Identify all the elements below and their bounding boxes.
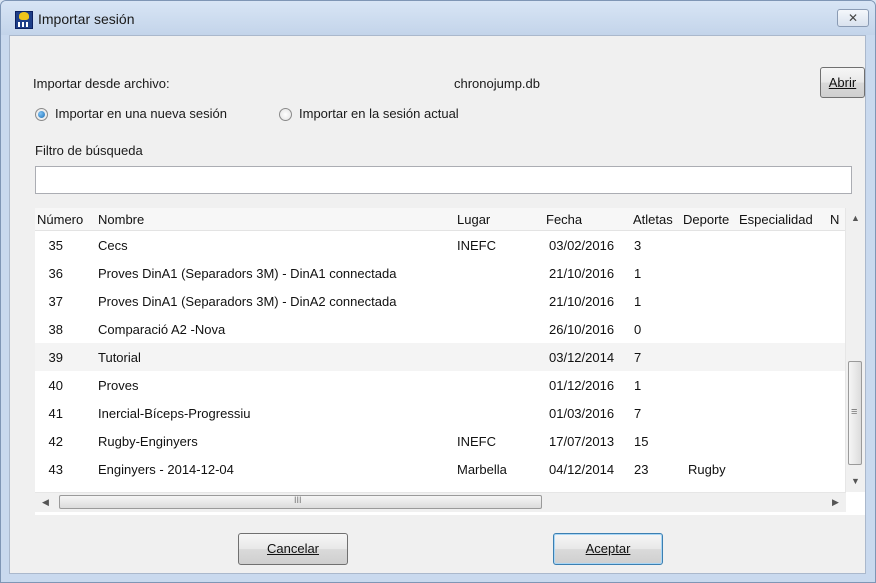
cell-lugar: INEFC — [457, 434, 496, 449]
cell-atletas: 15 — [634, 434, 649, 449]
cell-nombre: Proves DinA1 (Separadors 3M) - DinA2 con… — [98, 294, 397, 309]
cell-numero: 39 — [48, 350, 63, 365]
cell-numero: 37 — [48, 294, 63, 309]
column-header-n[interactable]: N — [830, 212, 839, 227]
table-row[interactable]: 36 Proves DinA1 (Separadors 3M) - DinA1 c… — [35, 259, 846, 287]
cell-numero: 35 — [48, 238, 63, 253]
table-header: Número Nombre Lugar Fecha Atletas Deport… — [35, 208, 846, 231]
close-button[interactable]: ✕ — [837, 9, 869, 27]
table-row[interactable]: 39 Tutorial 03/12/2014 7 — [35, 343, 846, 371]
cell-fecha: 17/07/2013 — [549, 434, 615, 449]
search-filter-input[interactable] — [35, 166, 852, 194]
cell-nombre: Comparació A2 -Nova — [98, 322, 226, 337]
cancel-button-label: Cancelar — [266, 541, 320, 556]
window-title: Importar sesión — [38, 11, 135, 27]
cell-numero: 40 — [48, 378, 63, 393]
table-row[interactable]: 35 Cecs INEFC 03/02/2016 3 — [35, 231, 846, 259]
cell-nombre: Proves DinA1 (Separadors 3M) - DinA1 con… — [98, 266, 397, 281]
cell-fecha: 03/12/2014 — [549, 350, 615, 365]
cell-atletas: 3 — [634, 238, 642, 253]
cell-numero: 36 — [48, 266, 63, 281]
scroll-right-icon[interactable]: ▶ — [832, 497, 839, 508]
column-header-deporte[interactable]: Deporte — [683, 212, 729, 227]
column-header-atletas[interactable]: Atletas — [633, 212, 673, 227]
column-header-numero[interactable]: Número — [37, 212, 83, 227]
column-header-especialidad[interactable]: Especialidad — [739, 212, 829, 227]
cell-nombre: Enginyers - 2014-12-04 — [98, 462, 234, 477]
cell-deporte: Rugby — [688, 462, 726, 477]
cell-fecha: 04/12/2014 — [549, 462, 615, 477]
cancel-button[interactable]: Cancelar — [238, 533, 348, 565]
cell-nombre: Cecs — [98, 238, 128, 253]
accept-button-label: Aceptar — [585, 541, 631, 556]
vertical-scroll-thumb[interactable]: ≡ — [848, 361, 862, 465]
cell-fecha: 01/03/2016 — [549, 406, 615, 421]
cell-lugar: INEFC — [457, 238, 496, 253]
cell-fecha: 03/02/2016 — [549, 238, 615, 253]
cell-numero: 43 — [48, 462, 63, 477]
import-session-dialog: Importar sesión ✕ Importar desde archivo… — [0, 0, 876, 583]
cell-nombre: Rugby-Enginyers — [98, 434, 198, 449]
cell-atletas: 1 — [634, 378, 642, 393]
close-icon: ✕ — [847, 11, 859, 25]
scroll-down-icon[interactable]: ▼ — [851, 476, 860, 486]
cell-nombre: Proves — [98, 378, 139, 393]
column-header-lugar[interactable]: Lugar — [457, 212, 490, 227]
column-header-fecha[interactable]: Fecha — [546, 212, 582, 227]
cell-atletas: 7 — [634, 350, 642, 365]
vertical-scrollbar[interactable]: ▲ ≡ ▼ — [845, 208, 865, 492]
horizontal-scroll-thumb[interactable]: III — [59, 495, 542, 509]
radio-current-session-label[interactable]: Importar en la sesión actual — [299, 106, 459, 121]
accept-button[interactable]: Aceptar — [553, 533, 663, 565]
cell-atletas: 0 — [634, 322, 642, 337]
cell-atletas: 23 — [634, 462, 649, 477]
cell-nombre: Inercial-Bíceps-Progressiu — [98, 406, 251, 421]
chronojump-app-icon — [15, 11, 33, 29]
cell-atletas: 7 — [634, 406, 642, 421]
cell-fecha: 21/10/2016 — [549, 266, 615, 281]
scroll-up-icon[interactable]: ▲ — [851, 213, 860, 223]
cell-fecha: 21/10/2016 — [549, 294, 615, 309]
cell-numero: 42 — [48, 434, 63, 449]
table-row[interactable]: 41 Inercial-Bíceps-Progressiu 01/03/2016 7 — [35, 399, 846, 427]
file-name: chronojump.db — [454, 76, 540, 91]
dialog-body: Importar desde archivo: chronojump.db Ab… — [9, 35, 866, 574]
open-file-button[interactable]: Abrir — [820, 67, 865, 98]
title-bar[interactable]: Importar sesión ✕ — [1, 1, 875, 35]
table-row[interactable]: 37 Proves DinA1 (Separadors 3M) - DinA2 c… — [35, 287, 846, 315]
table-row[interactable]: 43 Enginyers - 2014-12-04 Marbella 04/12/20… — [35, 455, 846, 483]
grip-icon: ≡ — [851, 406, 858, 418]
cell-numero: 41 — [48, 406, 63, 421]
cell-fecha: 01/12/2016 — [549, 378, 615, 393]
open-file-button-label: Abrir — [828, 75, 857, 90]
cell-atletas: 1 — [634, 266, 642, 281]
cell-nombre: Tutorial — [98, 350, 141, 365]
cell-lugar: Marbella — [457, 462, 507, 477]
grip-icon: III — [294, 495, 302, 505]
cell-atletas: 1 — [634, 294, 642, 309]
cell-numero: 38 — [48, 322, 63, 337]
column-header-nombre[interactable]: Nombre — [98, 212, 144, 227]
sessions-table: Número Nombre Lugar Fecha Atletas Deport… — [35, 208, 865, 515]
search-filter-label: Filtro de búsqueda — [35, 143, 143, 158]
radio-current-session[interactable] — [279, 108, 292, 121]
horizontal-scrollbar[interactable]: ◀ III ▶ — [35, 492, 846, 512]
radio-new-session-label[interactable]: Importar en una nueva sesión — [55, 106, 227, 121]
table-row[interactable]: 38 Comparació A2 -Nova 26/10/2016 0 — [35, 315, 846, 343]
scroll-left-icon[interactable]: ◀ — [42, 497, 49, 508]
table-row[interactable]: 42 Rugby-Enginyers INEFC 17/07/2013 15 — [35, 427, 846, 455]
radio-new-session[interactable] — [35, 108, 48, 121]
cell-fecha: 26/10/2016 — [549, 322, 615, 337]
table-row[interactable]: 40 Proves 01/12/2016 1 — [35, 371, 846, 399]
import-from-file-label: Importar desde archivo: — [33, 76, 170, 91]
